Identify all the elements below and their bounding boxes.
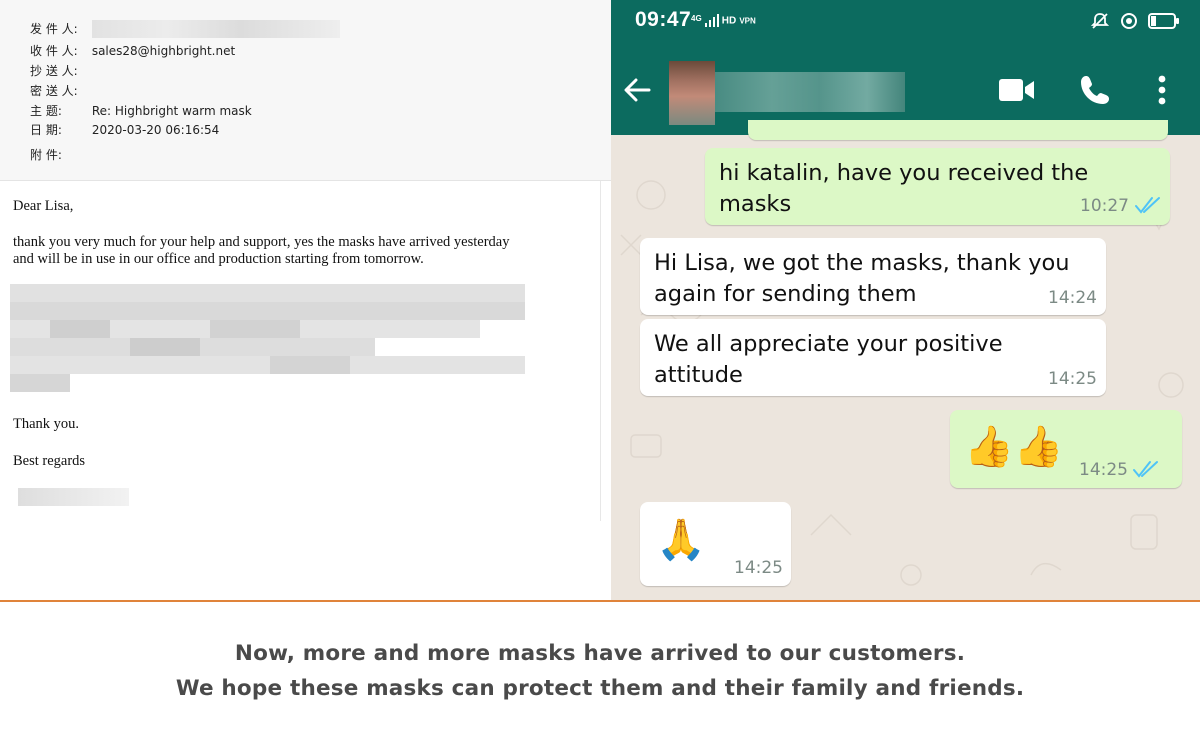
message-line: attitude xyxy=(654,362,743,388)
previous-message-bubble xyxy=(748,120,1168,140)
regards-text: Best regards xyxy=(13,453,86,469)
message-time: 14:24 xyxy=(1048,288,1097,308)
signal-icon xyxy=(704,14,719,27)
status-icons xyxy=(1090,12,1180,30)
message-line: Hi Lisa, we got the masks, thank you xyxy=(654,250,1070,276)
bcc-row: 密 送 人: xyxy=(30,83,88,99)
back-arrow-icon[interactable] xyxy=(623,77,651,103)
phone-call-icon[interactable] xyxy=(1079,74,1111,106)
email-header: 发 件 人: 收 件 人: sales28@highbright.net 抄 送… xyxy=(0,0,611,181)
message-time: 14:25 xyxy=(1048,369,1097,389)
attachment-row: 附 件: xyxy=(30,147,88,163)
message-text: Hi Lisa, we got the masks, thank you aga… xyxy=(654,248,1070,310)
cc-row: 抄 送 人: xyxy=(30,63,88,79)
video-call-icon[interactable] xyxy=(999,79,1035,101)
more-options-icon[interactable] xyxy=(1158,75,1166,105)
message-bubble-incoming[interactable]: Hi Lisa, we got the masks, thank you aga… xyxy=(640,238,1106,315)
message-bubble-outgoing[interactable]: hi katalin, have you received the masks … xyxy=(705,148,1170,225)
subject-row: 主 题: Re: Highbright warm mask xyxy=(30,103,252,119)
subject-label: 主 题: xyxy=(30,104,62,118)
message-bubble-incoming[interactable]: 🙏 14:25 xyxy=(640,502,791,586)
praying-hands-emoji-icon: 🙏 xyxy=(656,517,706,563)
battery-icon xyxy=(1148,13,1179,29)
thanks-text: Thank you. xyxy=(13,416,80,432)
message-line: masks xyxy=(719,191,792,217)
date-row: 日 期: 2020-03-20 06:16:54 xyxy=(30,122,219,138)
message-line: We all appreciate your positive xyxy=(654,331,1003,357)
contact-name-redacted[interactable] xyxy=(715,72,905,112)
network-type: 4G xyxy=(691,14,702,23)
accent-divider xyxy=(0,600,1200,602)
from-redacted xyxy=(91,20,340,38)
hd-indicator: HD xyxy=(721,15,737,27)
date-label: 日 期: xyxy=(30,123,62,137)
network-indicator: 4G HD VPN xyxy=(691,14,756,27)
body-paragraph: thank you very much for your help and su… xyxy=(13,234,509,268)
email-panel: 发 件 人: 收 件 人: sales28@highbright.net 抄 送… xyxy=(0,0,611,600)
redacted-text-block xyxy=(10,284,525,396)
message-bubble-incoming[interactable]: We all appreciate your positive attitude… xyxy=(640,319,1106,396)
to-row: 收 件 人: sales28@highbright.net xyxy=(30,43,235,59)
subject-value: Re: Highbright warm mask xyxy=(91,104,252,118)
message-text: We all appreciate your positive attitude xyxy=(654,329,1003,391)
from-row: 发 件 人: xyxy=(30,20,340,38)
whatsapp-screen: 09:47 4G HD VPN hi katalin, have you rec… xyxy=(611,0,1200,600)
cc-label: 抄 送 人: xyxy=(30,64,78,78)
message-bubble-outgoing[interactable]: 👍👍 14:25 xyxy=(950,410,1182,488)
from-label: 发 件 人: xyxy=(30,21,78,36)
greeting: Dear Lisa, xyxy=(13,198,74,214)
to-value[interactable]: sales28@highbright.net xyxy=(92,44,235,58)
message-text: hi katalin, have you received the masks xyxy=(719,158,1088,220)
thumbs-up-emoji-icon: 👍👍 xyxy=(964,424,1064,470)
caption-line-1: Now, more and more masks have arrived to… xyxy=(234,641,966,666)
status-bar: 09:47 4G HD VPN xyxy=(611,0,1200,45)
message-line: hi katalin, have you received the xyxy=(719,160,1089,186)
to-label: 收 件 人: xyxy=(30,44,78,58)
sync-icon xyxy=(1120,13,1137,29)
read-ticks-icon xyxy=(1135,197,1160,214)
contact-avatar[interactable] xyxy=(669,61,715,125)
email-body: Dear Lisa, thank you very much for your … xyxy=(0,181,601,521)
date-value: 2020-03-20 06:16:54 xyxy=(91,123,220,137)
attachment-label: 附 件: xyxy=(30,148,62,162)
message-time: 10:27 xyxy=(1080,196,1129,216)
redacted-signature xyxy=(18,488,129,506)
caption-line-2: We hope these masks can protect them and… xyxy=(175,676,1025,701)
message-time: 14:25 xyxy=(1079,460,1128,480)
read-ticks-icon xyxy=(1133,461,1158,478)
body-line-1: thank you very much for your help and su… xyxy=(13,234,510,250)
message-time: 14:25 xyxy=(734,558,783,578)
status-time: 09:47 xyxy=(635,8,692,31)
message-line: again for sending them xyxy=(654,281,917,307)
bcc-label: 密 送 人: xyxy=(30,84,78,98)
body-line-2: and will be in use in our office and pro… xyxy=(13,251,424,267)
vpn-indicator: VPN xyxy=(739,16,756,26)
mute-bell-icon xyxy=(1090,13,1110,29)
